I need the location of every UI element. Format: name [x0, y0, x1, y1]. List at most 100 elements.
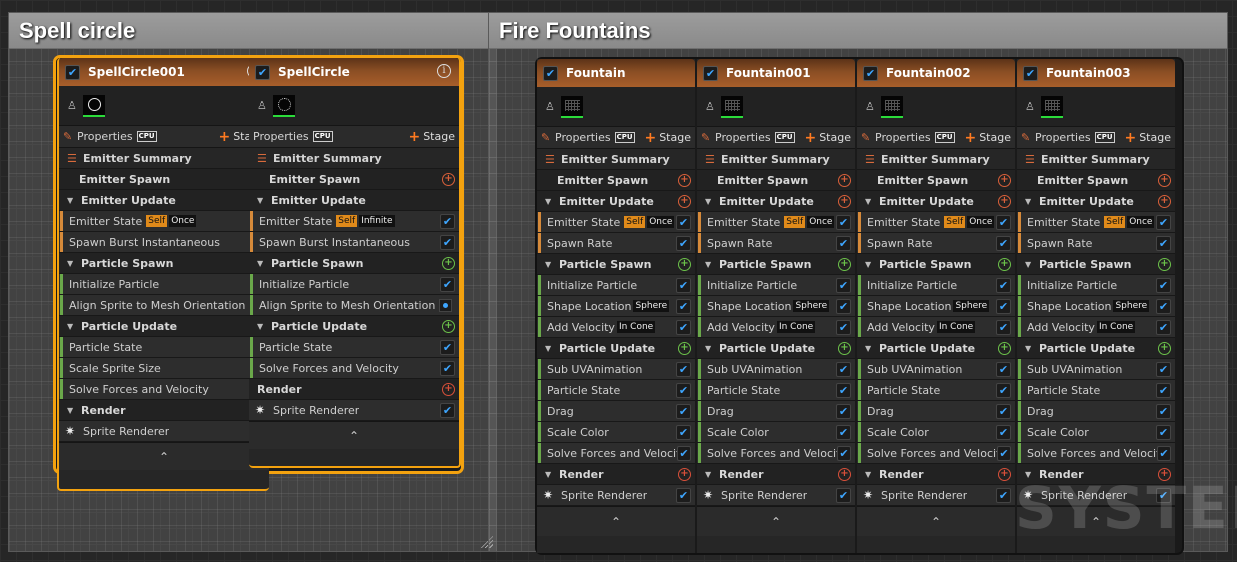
emitter-thumbnail[interactable] — [561, 95, 583, 118]
collapse-arrow-icon[interactable]: ▼ — [545, 470, 559, 479]
module-solve-forces[interactable]: Solve Forces and Velocity ✔ — [697, 443, 855, 464]
module-shape-location[interactable]: Shape Location Sphere ✔ — [697, 296, 855, 317]
module-particle-state[interactable]: Particle State ✔ — [697, 380, 855, 401]
module-enable-checkbox[interactable]: ✔ — [836, 277, 851, 293]
collapse-footer[interactable]: ⌃ — [537, 506, 695, 536]
collapse-arrow-icon[interactable]: ▼ — [67, 196, 81, 205]
module-enable-checkbox[interactable]: ✔ — [996, 424, 1011, 440]
module-initialize-particle[interactable]: Initialize Particle — [59, 274, 269, 295]
section-particle-spawn[interactable]: ▼ Particle Spawn + — [537, 254, 695, 275]
module-enable-checkbox[interactable]: ✔ — [676, 361, 691, 377]
module-solve-forces[interactable]: Solve Forces and Velocity ✔ — [249, 358, 459, 379]
collapse-arrow-icon[interactable]: ▼ — [545, 260, 559, 269]
module-initialize-particle[interactable]: Initialize Particle ✔ — [537, 275, 695, 296]
module-particle-state[interactable]: Particle State ✔ — [537, 380, 695, 401]
section-particle-spawn[interactable]: ▼ Particle Spawn + — [249, 253, 459, 274]
module-enable-checkbox[interactable]: ✔ — [676, 298, 691, 314]
emitter-header[interactable]: ✔ Fountain002 — [857, 59, 1015, 87]
module-enable-checkbox[interactable]: ✔ — [676, 445, 691, 461]
add-stage-button[interactable]: +Stage — [804, 130, 851, 146]
module-enable-checkbox[interactable]: ✔ — [676, 277, 691, 293]
collapse-arrow-icon[interactable]: ▼ — [865, 470, 879, 479]
properties-row[interactable]: ✎ Properties CPU +Stage — [537, 127, 695, 149]
module-enable-checkbox[interactable]: ✔ — [996, 214, 1011, 230]
collapse-arrow-icon[interactable]: ▼ — [1025, 260, 1039, 269]
module-enable-checkbox[interactable]: ✔ — [1156, 445, 1171, 461]
properties-row[interactable]: ✎ Properties CPU +Stage — [857, 127, 1015, 149]
add-module-button[interactable]: + — [998, 194, 1011, 208]
module-enable-checkbox[interactable]: ✔ — [836, 319, 851, 335]
module-sprite-renderer[interactable]: ✷ Sprite Renderer ✔ — [697, 485, 855, 506]
add-module-button[interactable]: + — [442, 172, 455, 186]
module-sub-uv-animation[interactable]: Sub UVAnimation ✔ — [697, 359, 855, 380]
collapse-footer[interactable]: ⌃ — [59, 442, 269, 470]
module-emitter-state[interactable]: Emitter State Self Once ✔ — [857, 212, 1015, 233]
emitter-header[interactable]: ✔ Fountain001 — [697, 59, 855, 87]
collapse-arrow-icon[interactable]: ▼ — [705, 470, 719, 479]
section-emitter-update[interactable]: ▼ Emitter Update — [59, 190, 269, 211]
section-emitter-spawn[interactable]: Emitter Spawn + — [537, 170, 695, 191]
module-enable-checkbox[interactable]: ✔ — [676, 382, 691, 398]
section-emitter-spawn[interactable]: Emitter Spawn + — [857, 170, 1015, 191]
module-enable-checkbox[interactable]: ✔ — [996, 277, 1011, 293]
chevron-up-icon[interactable]: ⌃ — [931, 515, 941, 529]
collapse-arrow-icon[interactable]: ▼ — [257, 196, 271, 205]
module-enable-checkbox[interactable]: ✔ — [996, 445, 1011, 461]
comment-title[interactable]: Spell circle — [9, 13, 496, 49]
module-enable-checkbox[interactable]: ✔ — [836, 403, 851, 419]
section-render[interactable]: ▼ Render + — [537, 464, 695, 485]
module-enable-checkbox[interactable]: ✔ — [996, 382, 1011, 398]
module-enable-checkbox[interactable]: ✔ — [1156, 277, 1171, 293]
add-renderer-button[interactable]: + — [838, 467, 851, 481]
collapse-footer[interactable]: ⌃ — [857, 506, 1015, 536]
add-module-button[interactable]: + — [838, 194, 851, 208]
module-sprite-renderer[interactable]: ✷ Sprite Renderer ✔ — [537, 485, 695, 506]
module-sprite-renderer[interactable]: ✷ Sprite Renderer ✔ — [249, 400, 459, 421]
add-renderer-button[interactable]: + — [442, 382, 455, 396]
section-emitter-spawn[interactable]: Emitter Spawn + — [1017, 170, 1175, 191]
module-solve-forces[interactable]: Solve Forces and Velocity ✔ — [537, 443, 695, 464]
module-emitter-state[interactable]: Emitter State Self Once ✔ — [697, 212, 855, 233]
emitter-thumbnail[interactable] — [1041, 95, 1063, 118]
module-add-velocity[interactable]: Add Velocity In Cone ✔ — [1017, 317, 1175, 338]
module-enable-checkbox[interactable]: ✔ — [440, 402, 455, 418]
module-add-velocity[interactable]: Add Velocity In Cone ✔ — [697, 317, 855, 338]
add-renderer-button[interactable]: + — [678, 467, 691, 481]
module-enable-checkbox[interactable]: ✔ — [1156, 298, 1171, 314]
info-icon[interactable]: i — [437, 64, 451, 78]
emitter-node[interactable]: ✔ SpellCircle i ♙ Properties CPU + Stage … — [249, 58, 461, 468]
module-sprite-renderer[interactable]: ✷ Sprite Renderer ✔ — [59, 421, 269, 442]
add-module-button[interactable]: + — [998, 257, 1011, 271]
emitter-node[interactable]: ✔ Fountain ♙ ✎ Properties CPU + Stage ☰ E… — [537, 59, 695, 553]
module-enable-checkbox[interactable]: ✔ — [836, 235, 851, 251]
module-drag[interactable]: Drag ✔ — [697, 401, 855, 422]
add-module-button[interactable]: + — [838, 257, 851, 271]
module-enable-checkbox[interactable]: ✔ — [996, 487, 1011, 503]
section-particle-spawn[interactable]: ▼ Particle Spawn + — [697, 254, 855, 275]
module-enable-checkbox[interactable]: ✔ — [676, 487, 691, 503]
module-scale-color[interactable]: Scale Color ✔ — [1017, 422, 1175, 443]
add-module-button[interactable]: + — [442, 319, 455, 333]
module-enable-checkbox[interactable]: ✔ — [1156, 424, 1171, 440]
section-emitter-update[interactable]: ▼ Emitter Update + — [537, 191, 695, 212]
collapse-footer[interactable]: ⌃ — [697, 506, 855, 536]
module-enable-checkbox[interactable]: ✔ — [1156, 382, 1171, 398]
module-scale-color[interactable]: Scale Color ✔ — [537, 422, 695, 443]
module-enable-checkbox[interactable]: ✔ — [440, 234, 455, 250]
module-enable-checkbox[interactable]: ✔ — [836, 424, 851, 440]
module-enable-checkbox[interactable]: ✔ — [676, 214, 691, 230]
module-particle-state[interactable]: Particle State ✔ — [857, 380, 1015, 401]
add-module-button[interactable]: + — [678, 341, 691, 355]
module-enable-checkbox[interactable]: ✔ — [676, 403, 691, 419]
module-drag[interactable]: Drag ✔ — [857, 401, 1015, 422]
person-icon[interactable]: ♙ — [865, 100, 877, 113]
section-render[interactable]: ▼ Render — [59, 400, 269, 421]
module-solve-forces[interactable]: Solve Forces and Velocity ✔ — [1017, 443, 1175, 464]
emitter-header[interactable]: ✔ SpellCircle i — [249, 58, 459, 86]
person-icon[interactable]: ♙ — [67, 99, 79, 112]
section-render[interactable]: ▼ Render + — [697, 464, 855, 485]
emitter-enable-checkbox[interactable]: ✔ — [1023, 65, 1038, 81]
add-module-button[interactable]: + — [838, 341, 851, 355]
module-enable-checkbox[interactable]: ✔ — [836, 382, 851, 398]
emitter-summary-row[interactable]: ☰ Emitter Summary — [1017, 149, 1175, 170]
